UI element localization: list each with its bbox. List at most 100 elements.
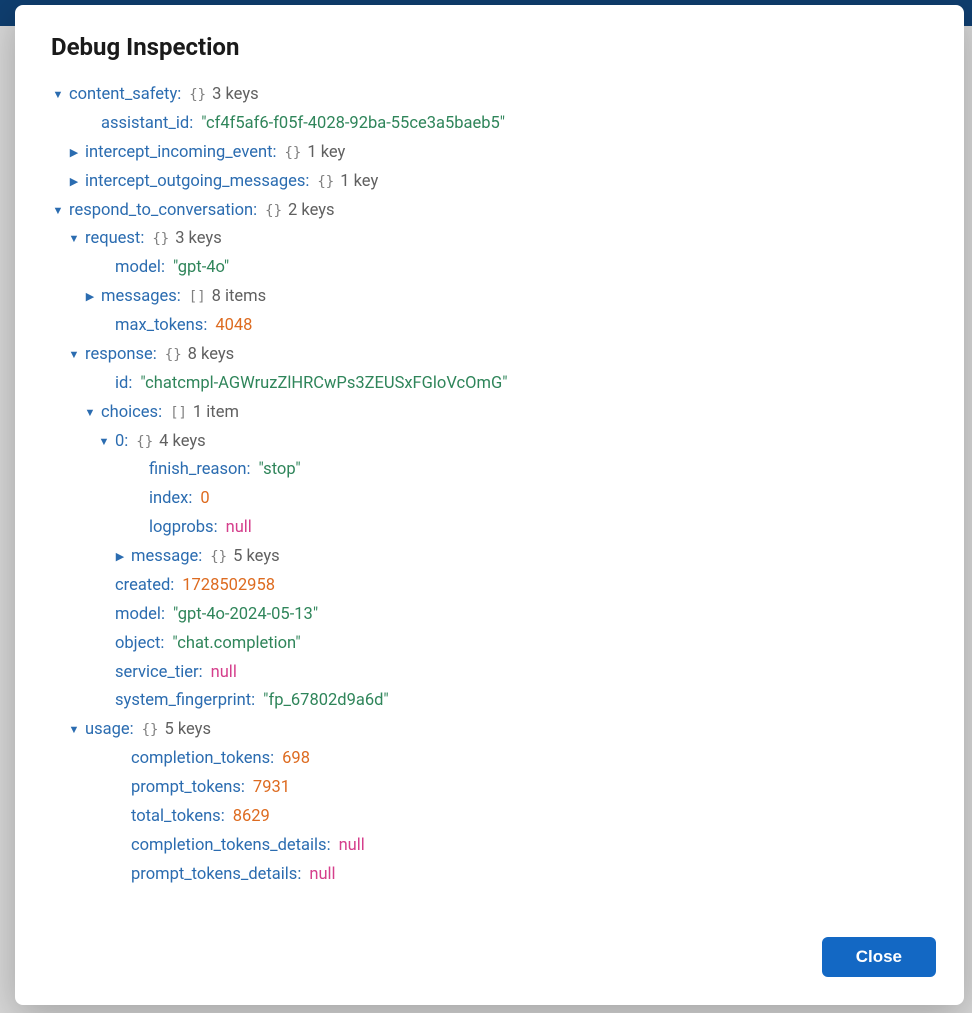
caret-down-icon[interactable]: ▼ xyxy=(51,201,65,220)
tree-key: respond_to_conversation xyxy=(69,197,253,226)
tree-summary: 8 keys xyxy=(188,341,235,370)
tree-value: null xyxy=(211,659,237,688)
tree-value: null xyxy=(309,861,335,890)
caret-right-icon[interactable]: ▶ xyxy=(67,172,81,191)
tree-key: index xyxy=(149,485,188,514)
tree-key: completion_tokens xyxy=(131,745,270,774)
tree-value: "stop" xyxy=(259,456,301,485)
caret-down-icon[interactable]: ▼ xyxy=(67,720,81,739)
tree-value: "chat.completion" xyxy=(172,630,300,659)
tree-node-service-tier[interactable]: ▶ service_tier: null xyxy=(97,659,928,688)
tree-key: 0 xyxy=(115,428,124,457)
caret-down-icon[interactable]: ▼ xyxy=(97,432,111,451)
tree-node-message[interactable]: ▶ message: {} 5 keys xyxy=(113,543,928,572)
caret-down-icon[interactable]: ▼ xyxy=(67,229,81,248)
caret-down-icon[interactable]: ▼ xyxy=(51,85,65,104)
tree-node-object[interactable]: ▶ object: "chat.completion" xyxy=(97,630,928,659)
tree-summary: 3 keys xyxy=(175,225,222,254)
tree-node-response[interactable]: ▼ response: {} 8 keys xyxy=(67,341,928,370)
tree-node-request[interactable]: ▼ request: {} 3 keys xyxy=(67,225,928,254)
tree-value: "chatcmpl-AGWruzZlHRCwPs3ZEUSxFGloVcOmG" xyxy=(140,370,507,399)
tree-value: 7931 xyxy=(253,774,290,803)
caret-down-icon[interactable]: ▼ xyxy=(67,345,81,364)
tree-node-index[interactable]: ▶ index: 0 xyxy=(131,485,928,514)
tree-value: "fp_67802d9a6d" xyxy=(263,687,389,716)
close-button[interactable]: Close xyxy=(822,937,936,977)
object-badge: {} xyxy=(189,83,206,108)
tree-node-respond-to-conversation[interactable]: ▼ respond_to_conversation: {} 2 keys xyxy=(51,197,928,226)
tree-node-request-model[interactable]: ▶ model: "gpt-4o" xyxy=(97,254,928,283)
tree-value: "cf4f5af6-f05f-4028-92ba-55ce3a5baeb5" xyxy=(201,110,505,139)
tree-node-content-safety[interactable]: ▼ content_safety: {} 3 keys xyxy=(51,81,928,110)
tree-key: assistant_id xyxy=(101,110,189,139)
tree-node-response-model[interactable]: ▶ model: "gpt-4o-2024-05-13" xyxy=(97,601,928,630)
tree-node-messages[interactable]: ▶ messages: [] 8 items xyxy=(83,283,928,312)
modal-body: ▼ content_safety: {} 3 keys ▶ assistant_… xyxy=(15,73,964,921)
tree-key: max_tokens xyxy=(115,312,203,341)
tree-key: completion_tokens_details xyxy=(131,832,327,861)
tree-key: logprobs xyxy=(149,514,214,543)
tree-node-prompt-tokens[interactable]: ▶ prompt_tokens: 7931 xyxy=(113,774,928,803)
tree-key: response xyxy=(85,341,153,370)
tree-node-intercept-outgoing-messages[interactable]: ▶ intercept_outgoing_messages: {} 1 key xyxy=(67,168,928,197)
tree-node-assistant-id[interactable]: ▶ assistant_id: "cf4f5af6-f05f-4028-92ba… xyxy=(83,110,928,139)
object-badge: {} xyxy=(165,343,182,368)
tree-key: finish_reason xyxy=(149,456,247,485)
tree-summary: 3 keys xyxy=(212,81,259,110)
tree-value: "gpt-4o-2024-05-13" xyxy=(173,601,318,630)
tree-value: 8629 xyxy=(233,803,270,832)
tree-node-completion-tokens[interactable]: ▶ completion_tokens: 698 xyxy=(113,745,928,774)
object-badge: {} xyxy=(317,170,334,195)
tree-node-created[interactable]: ▶ created: 1728502958 xyxy=(97,572,928,601)
tree-node-finish-reason[interactable]: ▶ finish_reason: "stop" xyxy=(131,456,928,485)
tree-node-max-tokens[interactable]: ▶ max_tokens: 4048 xyxy=(97,312,928,341)
modal-header: Debug Inspection xyxy=(15,5,964,73)
tree-key: total_tokens xyxy=(131,803,221,832)
tree-key: service_tier xyxy=(115,659,199,688)
object-badge: {} xyxy=(142,718,159,743)
tree-node-completion-tokens-details[interactable]: ▶ completion_tokens_details: null xyxy=(113,832,928,861)
tree-key: content_safety xyxy=(69,81,177,110)
tree-summary: 1 item xyxy=(193,399,239,428)
tree-key: message xyxy=(131,543,198,572)
tree-node-system-fingerprint[interactable]: ▶ system_fingerprint: "fp_67802d9a6d" xyxy=(97,687,928,716)
tree-node-choices[interactable]: ▼ choices: [] 1 item xyxy=(83,399,928,428)
tree-node-usage[interactable]: ▼ usage: {} 5 keys xyxy=(67,716,928,745)
tree-value: null xyxy=(339,832,365,861)
tree-node-prompt-tokens-details[interactable]: ▶ prompt_tokens_details: null xyxy=(113,861,928,890)
tree-key: model xyxy=(115,254,161,283)
tree-key: created xyxy=(115,572,170,601)
caret-right-icon[interactable]: ▶ xyxy=(83,287,97,306)
tree-key: prompt_tokens_details xyxy=(131,861,297,890)
tree-value: 1728502958 xyxy=(182,572,275,601)
tree-key: request xyxy=(85,225,140,254)
tree-summary: 5 keys xyxy=(164,716,211,745)
caret-down-icon[interactable]: ▼ xyxy=(83,403,97,422)
tree-value: 4048 xyxy=(215,312,252,341)
tree-key: intercept_incoming_event xyxy=(85,139,272,168)
tree-key: intercept_outgoing_messages xyxy=(85,168,305,197)
tree-key: messages xyxy=(101,283,177,312)
tree-key: id xyxy=(115,370,128,399)
tree-summary: 1 key xyxy=(340,168,378,197)
tree-value: 698 xyxy=(282,745,310,774)
object-badge: {} xyxy=(210,545,227,570)
object-badge: {} xyxy=(152,227,169,252)
tree-node-response-id[interactable]: ▶ id: "chatcmpl-AGWruzZlHRCwPs3ZEUSxFGlo… xyxy=(97,370,928,399)
array-badge: [] xyxy=(170,401,187,426)
tree-summary: 1 key xyxy=(307,139,345,168)
tree-key: object xyxy=(115,630,160,659)
caret-right-icon[interactable]: ▶ xyxy=(67,143,81,162)
array-badge: [] xyxy=(189,285,206,310)
tree-key: system_fingerprint xyxy=(115,687,251,716)
tree-node-logprobs[interactable]: ▶ logprobs: null xyxy=(131,514,928,543)
caret-right-icon[interactable]: ▶ xyxy=(113,547,127,566)
tree-summary: 5 keys xyxy=(233,543,280,572)
tree-node-choice-0[interactable]: ▼ 0: {} 4 keys xyxy=(97,428,928,457)
object-badge: {} xyxy=(136,430,153,455)
tree-key: model xyxy=(115,601,161,630)
tree-node-intercept-incoming-event[interactable]: ▶ intercept_incoming_event: {} 1 key xyxy=(67,139,928,168)
tree-node-total-tokens[interactable]: ▶ total_tokens: 8629 xyxy=(113,803,928,832)
modal-footer: Close xyxy=(15,921,964,1005)
tree-key: usage xyxy=(85,716,130,745)
